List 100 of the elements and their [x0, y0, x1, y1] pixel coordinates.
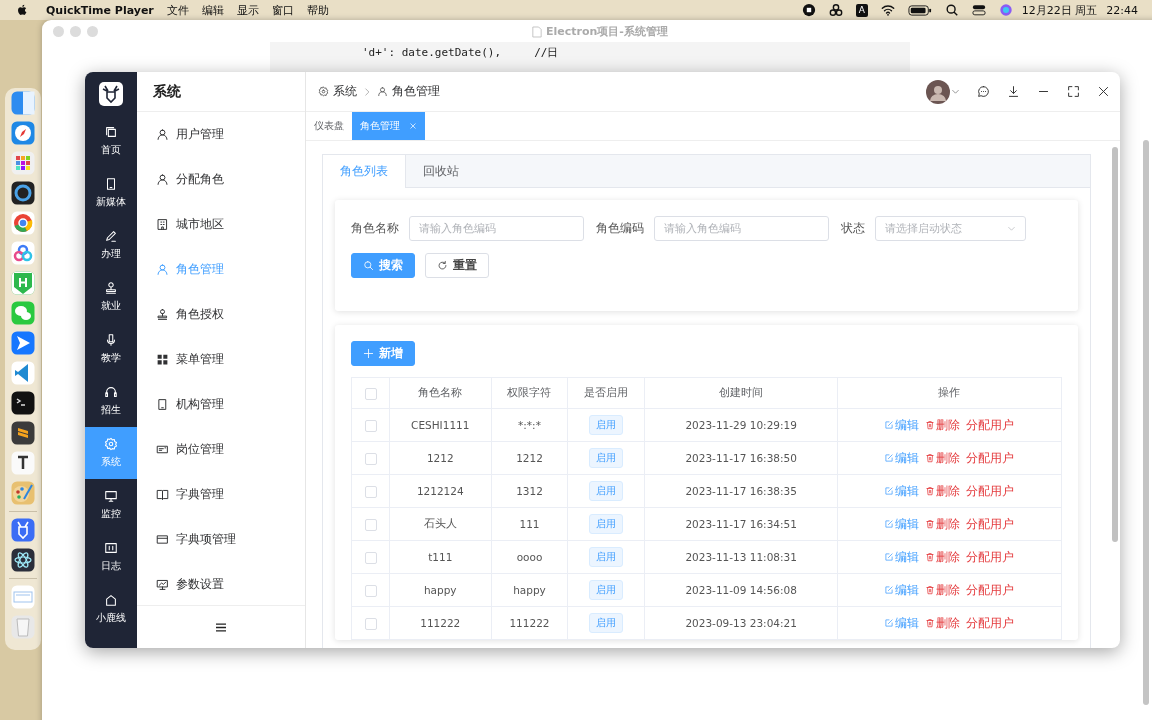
- action-link[interactable]: 删除: [925, 483, 961, 499]
- checkbox[interactable]: [364, 419, 377, 432]
- menu-item[interactable]: 分配角色: [137, 157, 305, 202]
- menu-item[interactable]: 岗位管理: [137, 427, 305, 472]
- palette-icon[interactable]: [11, 481, 35, 505]
- checkbox[interactable]: [364, 584, 377, 597]
- menu-bar-date[interactable]: 12月22日 周五: [1021, 2, 1098, 18]
- menu-item[interactable]: 用户管理: [137, 112, 305, 157]
- menu-item[interactable]: 编辑: [201, 2, 224, 18]
- rail-label: 监控: [101, 507, 121, 521]
- rail-item[interactable]: 日志: [85, 531, 137, 583]
- action-link[interactable]: 删除: [925, 417, 961, 433]
- checkbox[interactable]: [364, 518, 377, 531]
- table-cell: 2023-11-13 11:08:31: [644, 540, 838, 574]
- tablet-icon: [104, 177, 118, 191]
- pencil-icon: [104, 229, 118, 243]
- action-link[interactable]: 删除: [925, 549, 961, 565]
- scrollbar[interactable]: [1143, 140, 1149, 705]
- book-icon: [156, 488, 169, 501]
- grid-icon: [156, 353, 169, 366]
- compass-icon[interactable]: [11, 121, 35, 145]
- checkbox[interactable]: [364, 485, 377, 498]
- action-link[interactable]: 分配用户: [966, 615, 1015, 631]
- action-link[interactable]: 分配用户: [966, 549, 1015, 565]
- search-icon: [363, 260, 374, 271]
- menu-item[interactable]: 字典项管理: [137, 517, 305, 562]
- rail-item[interactable]: 招生: [85, 375, 137, 427]
- control-center-icon[interactable]: [971, 3, 986, 17]
- table-cell: 1212: [491, 441, 568, 475]
- orb-icon[interactable]: [998, 3, 1013, 17]
- input-field[interactable]: 请输入角色编码: [654, 216, 829, 241]
- status-tag: 启用: [589, 613, 624, 633]
- checkbox[interactable]: [364, 617, 377, 630]
- home-icon: [104, 593, 118, 607]
- close-icon[interactable]: [409, 122, 417, 130]
- wing-icon[interactable]: [11, 331, 35, 355]
- tab[interactable]: 回收站: [406, 155, 477, 187]
- table-cell: 111222: [389, 606, 491, 640]
- table-cell: 1212124: [389, 474, 491, 508]
- app-menu[interactable]: QuickTime Player: [46, 3, 154, 17]
- menu-item[interactable]: 参数设置: [137, 562, 305, 605]
- input-source-indicator[interactable]: A: [855, 3, 868, 17]
- deer-icon[interactable]: [11, 518, 35, 542]
- rail-label: 就业: [101, 299, 121, 313]
- page-tab[interactable]: 仪表盘: [306, 112, 352, 140]
- atom-icon[interactable]: [11, 548, 35, 572]
- rail-item[interactable]: 监控: [85, 479, 137, 531]
- terminal-icon[interactable]: [11, 391, 35, 415]
- avatar[interactable]: [926, 79, 950, 104]
- menu-item[interactable]: 窗口: [271, 2, 294, 18]
- action-link[interactable]: 分配用户: [966, 417, 1015, 433]
- apple-logo-icon[interactable]: [16, 3, 29, 17]
- battery-icon[interactable]: [907, 3, 932, 17]
- menu-bar-clock[interactable]: 22:44: [1106, 3, 1138, 17]
- menu-item-label: 字典项管理: [176, 531, 236, 548]
- menu-item[interactable]: 帮助: [306, 2, 329, 18]
- menu-item[interactable]: 机构管理: [137, 382, 305, 427]
- checkbox[interactable]: [364, 551, 377, 564]
- menu-item[interactable]: 文件: [166, 2, 189, 18]
- wifi-icon[interactable]: [880, 3, 895, 17]
- action-link[interactable]: 删除: [925, 516, 961, 532]
- shield-icon[interactable]: [11, 271, 35, 295]
- menu-item[interactable]: 城市地区: [137, 202, 305, 247]
- menu-icon[interactable]: [216, 622, 226, 632]
- reset-button[interactable]: 重置: [425, 253, 489, 278]
- menu-item[interactable]: 角色授权: [137, 292, 305, 337]
- checkbox[interactable]: [364, 387, 377, 400]
- deer-logo-icon: [99, 81, 123, 106]
- breadcrumb-item[interactable]: 系统: [318, 83, 357, 100]
- action-link[interactable]: 分配用户: [966, 516, 1015, 532]
- rail-item[interactable]: 新媒体: [85, 167, 137, 219]
- rail-item[interactable]: 就业: [85, 271, 137, 323]
- menu-item[interactable]: 字典管理: [137, 472, 305, 517]
- input-field[interactable]: 请输入角色编码: [409, 216, 584, 241]
- status-tag: 启用: [589, 580, 624, 600]
- cloud-icon[interactable]: [828, 3, 843, 17]
- rail-item[interactable]: 教学: [85, 323, 137, 375]
- circle-icon[interactable]: [11, 211, 35, 235]
- menu-item[interactable]: 菜单管理: [137, 337, 305, 382]
- rail-item[interactable]: 小鹿线: [85, 583, 137, 635]
- scrollbar[interactable]: [1112, 147, 1118, 542]
- action-link[interactable]: 分配用户: [966, 450, 1015, 466]
- rail-item[interactable]: 首页: [85, 115, 137, 167]
- breadcrumb-item[interactable]: 角色管理: [377, 83, 440, 100]
- action-link[interactable]: 分配用户: [966, 582, 1015, 598]
- menu-item[interactable]: 显示: [236, 2, 259, 18]
- breadcrumb-label: 角色管理: [392, 83, 440, 100]
- grid-icon[interactable]: [11, 151, 35, 175]
- trash-icon: [925, 453, 936, 463]
- action-link[interactable]: 分配用户: [966, 483, 1015, 499]
- record-icon[interactable]: [801, 3, 816, 17]
- rail-item[interactable]: 办理: [85, 219, 137, 271]
- rail-label: 日志: [101, 559, 121, 573]
- table-cell: 1212: [389, 441, 491, 475]
- chat-icon[interactable]: [11, 301, 35, 325]
- action-link[interactable]: 删除: [925, 450, 961, 466]
- action-link[interactable]: 删除: [925, 615, 961, 631]
- search-icon[interactable]: [944, 3, 959, 17]
- action-link[interactable]: 删除: [925, 582, 961, 598]
- checkbox[interactable]: [364, 452, 377, 465]
